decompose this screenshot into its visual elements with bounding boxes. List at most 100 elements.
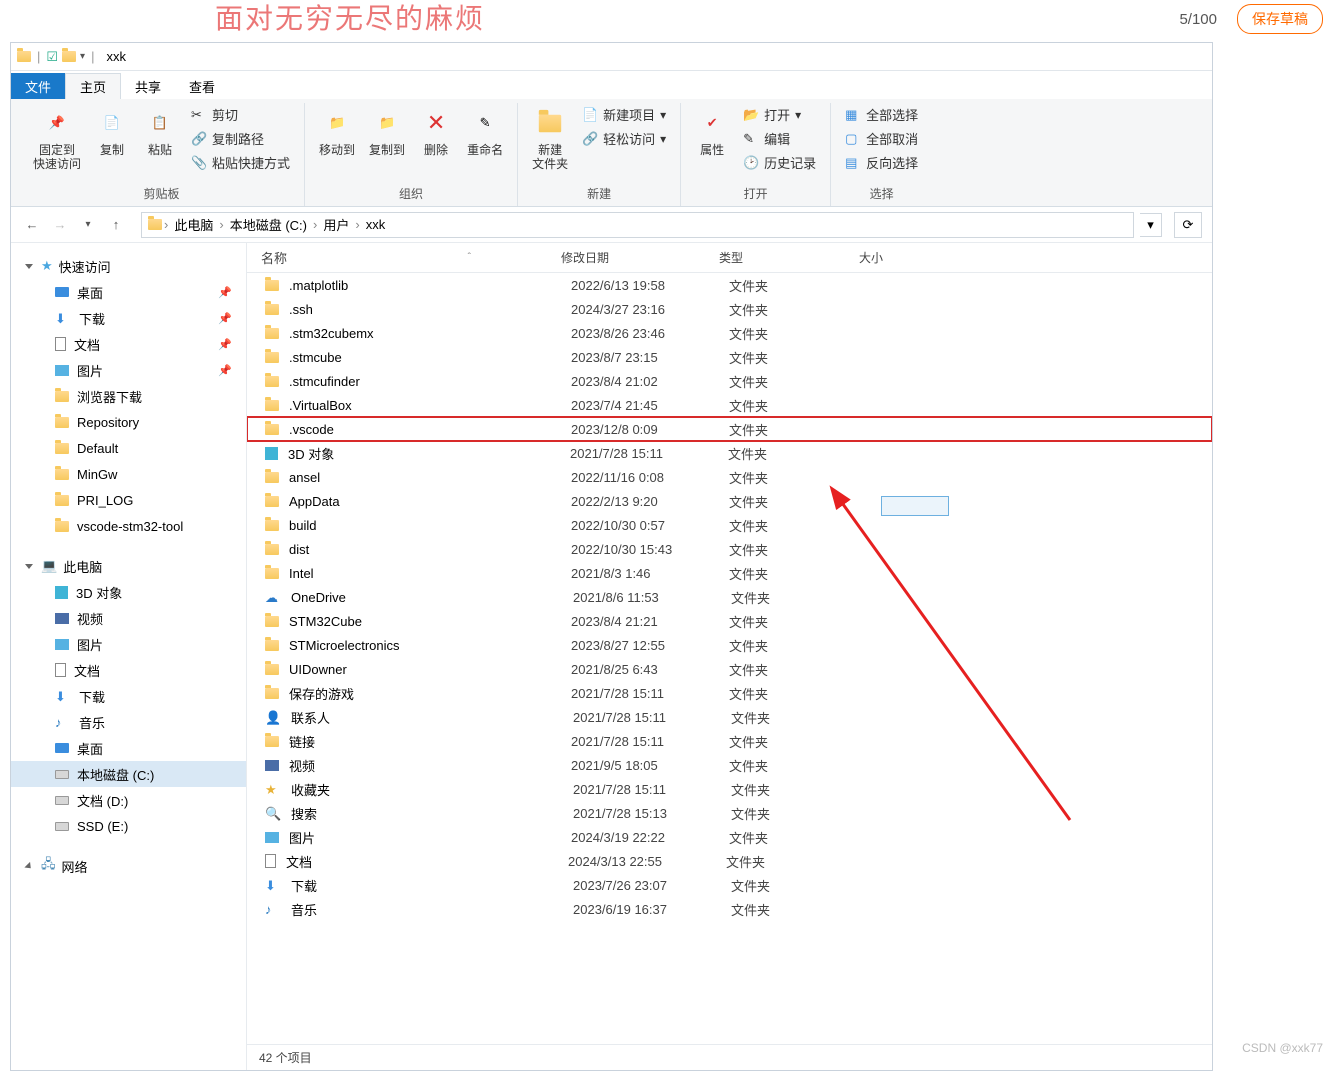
file-row[interactable]: .stmcufinder2023/8/4 21:02文件夹 [247,369,1212,393]
refresh-button[interactable]: ⟳ [1174,212,1202,238]
file-date: 2024/3/27 23:16 [571,302,729,317]
forward-button[interactable]: → [49,214,71,236]
file-row[interactable]: ☁OneDrive2021/8/6 11:53文件夹 [247,585,1212,609]
save-draft-button[interactable]: 保存草稿 [1237,4,1323,34]
copypath-button[interactable]: 🔗复制路径 [187,127,294,150]
sidebar-item[interactable]: 文档 [11,657,246,683]
file-row[interactable]: .stm32cubemx2023/8/26 23:46文件夹 [247,321,1212,345]
newitem-button[interactable]: 📄新建项目▾ [578,103,670,126]
sidebar-item[interactable]: 视频 [11,605,246,631]
sidebar-this-pc[interactable]: 💻此电脑 [11,553,246,579]
delete-button[interactable]: ✕删除 [415,103,457,161]
statusbar: 42 个项目 [247,1044,1212,1070]
address-dropdown[interactable]: ▾ [1140,213,1162,237]
history-button[interactable]: 🕑历史记录 [739,151,820,174]
sidebar-item[interactable]: Default [11,435,246,461]
sidebar-item[interactable]: 文档📌 [11,331,246,357]
breadcrumb[interactable]: › 此电脑› 本地磁盘 (C:)› 用户› xxk [141,212,1134,238]
file-row[interactable]: AppData2022/2/13 9:20文件夹 [247,489,1212,513]
file-row[interactable]: 🔍搜索2021/7/28 15:13文件夹 [247,801,1212,825]
file-row[interactable]: 3D 对象2021/7/28 15:11文件夹 [247,441,1212,465]
rename-button[interactable]: ✎重命名 [463,103,507,161]
file-row[interactable]: .vscode2023/12/8 0:09文件夹 [247,417,1212,441]
recent-button[interactable]: ▾ [77,214,99,236]
file-row[interactable]: ♪音乐2023/6/19 16:37文件夹 [247,897,1212,921]
tab-view[interactable]: 查看 [175,73,229,99]
newfolder-button[interactable]: 新建文件夹 [528,103,572,175]
group-open: 打开 [744,185,768,206]
col-type[interactable]: 类型 [719,249,859,266]
sidebar-item-label: PRI_LOG [77,493,133,508]
file-row[interactable]: ⬇下载2023/7/26 23:07文件夹 [247,873,1212,897]
sidebar-item[interactable]: PRI_LOG [11,487,246,513]
file-name: 文档 [286,852,568,871]
edit-button[interactable]: ✎编辑 [739,127,820,150]
bc-folder[interactable]: xxk [362,217,390,232]
properties-button[interactable]: ✔属性 [691,103,733,161]
file-row[interactable]: .matplotlib2022/6/13 19:58文件夹 [247,273,1212,297]
sidebar-item[interactable]: Repository [11,409,246,435]
qat-checkbox-icon[interactable]: ☑ [46,49,58,65]
sidebar-item[interactable]: 桌面📌 [11,279,246,305]
tab-home[interactable]: 主页 [65,73,121,99]
file-row[interactable]: Intel2021/8/3 1:46文件夹 [247,561,1212,585]
bc-drive[interactable]: 本地磁盘 (C:) [226,215,311,234]
back-button[interactable]: ← [21,214,43,236]
sidebar-quick-access[interactable]: ★快速访问 [11,253,246,279]
file-row[interactable]: .VirtualBox2023/7/4 21:45文件夹 [247,393,1212,417]
sidebar-item[interactable]: SSD (E:) [11,813,246,839]
file-row[interactable]: ★收藏夹2021/7/28 15:11文件夹 [247,777,1212,801]
file-row[interactable]: 链接2021/7/28 15:11文件夹 [247,729,1212,753]
file-row[interactable]: ansel2022/11/16 0:08文件夹 [247,465,1212,489]
paste-button[interactable]: 📋 粘贴 [139,103,181,161]
sidebar-item[interactable]: vscode-stm32-tool [11,513,246,539]
up-button[interactable]: ↑ [105,214,127,236]
sidebar-item[interactable]: 文档 (D:) [11,787,246,813]
bc-users[interactable]: 用户 [319,215,353,234]
file-row[interactable]: 保存的游戏2021/7/28 15:11文件夹 [247,681,1212,705]
sidebar-network[interactable]: 🖧网络 [11,853,246,879]
bc-pc[interactable]: 此电脑 [170,215,217,234]
selectall-button[interactable]: ▦全部选择 [841,103,922,126]
open-button[interactable]: 📂打开▾ [739,103,820,126]
ribbon: 📌 固定到快速访问 📄 复制 📋 粘贴 ✂剪切 🔗复制路径 📎粘贴快捷方式 剪 [11,99,1212,207]
cut-button[interactable]: ✂剪切 [187,103,294,126]
file-row[interactable]: .ssh2024/3/27 23:16文件夹 [247,297,1212,321]
sidebar-item[interactable]: ⬇下载 [11,683,246,709]
file-row[interactable]: dist2022/10/30 15:43文件夹 [247,537,1212,561]
file-row[interactable]: UIDowner2021/8/25 6:43文件夹 [247,657,1212,681]
sidebar-item[interactable]: 浏览器下载 [11,383,246,409]
file-row[interactable]: 👤联系人2021/7/28 15:11文件夹 [247,705,1212,729]
file-row[interactable]: 视频2021/9/5 18:05文件夹 [247,753,1212,777]
sidebar-item[interactable]: 3D 对象 [11,579,246,605]
moveto-button[interactable]: 📁移动到 [315,103,359,161]
invertsel-button[interactable]: ▤反向选择 [841,151,922,174]
sidebar-item[interactable]: 图片 [11,631,246,657]
sidebar-item[interactable]: 桌面 [11,735,246,761]
copy-button[interactable]: 📄 复制 [91,103,133,161]
file-date: 2023/8/27 12:55 [571,638,729,653]
folder-icon [55,521,69,532]
sidebar-item[interactable]: 图片📌 [11,357,246,383]
sidebar-item[interactable]: 本地磁盘 (C:) [11,761,246,787]
file-type: 文件夹 [729,324,869,343]
file-row[interactable]: build2022/10/30 0:57文件夹 [247,513,1212,537]
tab-file[interactable]: 文件 [11,73,65,99]
sidebar-item[interactable]: ⬇下载📌 [11,305,246,331]
sidebar-item[interactable]: ♪音乐 [11,709,246,735]
pin-button[interactable]: 📌 固定到快速访问 [29,103,85,175]
file-row[interactable]: 文档2024/3/13 22:55文件夹 [247,849,1212,873]
selectnone-button[interactable]: ▢全部取消 [841,127,922,150]
easyaccess-button[interactable]: 🔗轻松访问▾ [578,127,670,150]
pasteshortcut-button[interactable]: 📎粘贴快捷方式 [187,151,294,174]
col-size[interactable]: 大小 [859,249,939,266]
tab-share[interactable]: 共享 [121,73,175,99]
col-date[interactable]: 修改日期 [561,249,719,266]
sidebar-item[interactable]: MinGw [11,461,246,487]
file-row[interactable]: STMicroelectronics2023/8/27 12:55文件夹 [247,633,1212,657]
file-row[interactable]: STM32Cube2023/8/4 21:21文件夹 [247,609,1212,633]
copyto-button[interactable]: 📁复制到 [365,103,409,161]
col-name[interactable]: 名称ˆ [261,248,561,267]
file-row[interactable]: .stmcube2023/8/7 23:15文件夹 [247,345,1212,369]
file-row[interactable]: 图片2024/3/19 22:22文件夹 [247,825,1212,849]
